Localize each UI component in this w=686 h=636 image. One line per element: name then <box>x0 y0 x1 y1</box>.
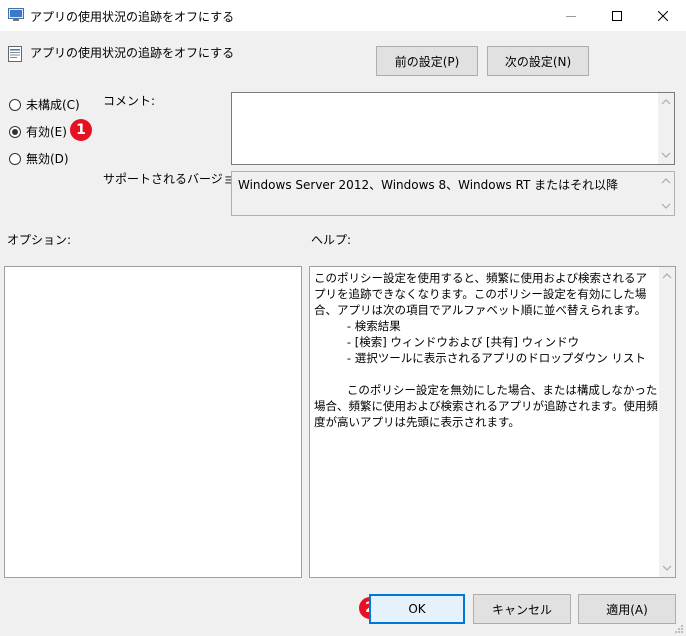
radio-circle <box>9 98 21 111</box>
options-pane <box>4 266 302 578</box>
scroll-up-icon <box>661 178 671 184</box>
next-setting-button[interactable]: 次の設定(N) <box>487 46 589 76</box>
comment-field[interactable] <box>231 92 675 165</box>
maximize-icon <box>612 10 622 21</box>
supported-value: Windows Server 2012、Windows 8、Windows RT… <box>238 178 619 192</box>
comment-scrollbar[interactable] <box>658 93 674 164</box>
supported-label: サポートされるバージョン: <box>103 172 251 186</box>
resize-grip-icon[interactable] <box>674 624 684 634</box>
ok-button[interactable]: OK <box>369 594 465 624</box>
prev-setting-button[interactable]: 前の設定(P) <box>376 46 478 76</box>
cancel-button[interactable]: キャンセル <box>473 594 571 624</box>
minimize-button[interactable] <box>548 0 594 31</box>
scroll-down-icon <box>661 152 671 158</box>
radio-label: 未構成(C) <box>26 98 80 112</box>
close-icon <box>658 10 668 21</box>
radio-not-configured[interactable]: 未構成(C) <box>9 96 80 113</box>
scroll-down-icon <box>661 203 671 209</box>
window-title: アプリの使用状況の追跡をオフにする <box>30 10 235 24</box>
policy-window-icon <box>8 8 24 21</box>
apply-button[interactable]: 適用(A) <box>578 594 676 624</box>
supported-field: Windows Server 2012、Windows 8、Windows RT… <box>231 171 675 216</box>
scroll-down-icon <box>662 565 672 571</box>
maximize-button[interactable] <box>594 0 640 31</box>
options-label: オプション: <box>7 233 72 247</box>
minimize-icon <box>566 15 576 17</box>
radio-label: 有効(E) <box>26 125 67 139</box>
comment-label: コメント: <box>103 94 156 108</box>
step-badge-1: 1 <box>70 119 92 141</box>
close-button[interactable] <box>640 0 686 31</box>
help-text: このポリシー設定を使用すると、頻繁に使用および検索されるアプリを追跡できなくなり… <box>314 271 658 429</box>
radio-selected-dot <box>12 128 18 135</box>
scroll-up-icon <box>661 99 671 105</box>
radio-label: 無効(D) <box>26 152 69 166</box>
help-scrollbar[interactable] <box>659 267 675 577</box>
help-label: ヘルプ: <box>311 233 352 247</box>
radio-disabled[interactable]: 無効(D) <box>9 150 69 167</box>
help-pane: このポリシー設定を使用すると、頻繁に使用および検索されるアプリを追跡できなくなり… <box>309 266 676 578</box>
title-bar: アプリの使用状況の追跡をオフにする <box>0 0 686 31</box>
policy-setting-icon <box>8 46 22 62</box>
radio-circle <box>9 125 21 138</box>
radio-enabled[interactable]: 有効(E) <box>9 123 67 140</box>
scroll-up-icon <box>662 273 672 279</box>
policy-name: アプリの使用状況の追跡をオフにする <box>30 46 235 60</box>
radio-circle <box>9 152 21 165</box>
supported-scrollbar[interactable] <box>658 172 674 215</box>
